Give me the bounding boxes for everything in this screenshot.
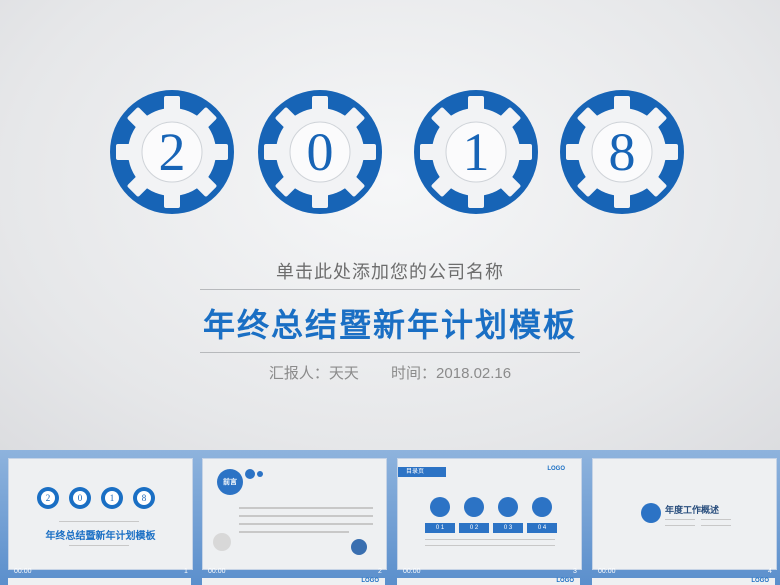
thumbnail-title: 目录页 xyxy=(398,467,446,477)
text-line xyxy=(701,519,731,520)
slide-number: 3 xyxy=(573,568,577,575)
company-subtitle[interactable]: 单击此处添加您的公司名称 xyxy=(0,258,780,284)
slide-time: 00:00 xyxy=(208,568,226,575)
monitor-icon xyxy=(498,497,518,517)
chart-icon xyxy=(532,497,552,517)
slide-time: 00:00 xyxy=(14,568,32,575)
microphone-icon xyxy=(430,497,450,517)
thumbnail-slide-4[interactable]: 年度工作概述 xyxy=(592,458,777,570)
text-line xyxy=(665,519,695,520)
slide-thumbnail-strip[interactable]: 2 0 1 8 年终总结暨新年计划模板 前言 目录页 LOGO 0 1 0 2 … xyxy=(0,450,780,585)
slide-preview: 2 0 1 8 单击此处添加您的公司名称 年终总结暨新年计划模板 汇报人：天天 … xyxy=(0,0,780,450)
mini-gear-icon: 1 xyxy=(101,487,123,509)
thumbnail-slide-2[interactable]: 前言 xyxy=(202,458,387,570)
thumbnail-slide-3[interactable]: 目录页 LOGO 0 1 0 2 0 3 0 4 xyxy=(397,458,582,570)
thumbnail-row2-slide[interactable] xyxy=(8,578,191,585)
item-number: 0 1 xyxy=(425,523,455,533)
figure-icon xyxy=(213,533,231,551)
mini-gear-icon: 2 xyxy=(37,487,59,509)
digit: 2 xyxy=(158,122,186,182)
text-line xyxy=(425,539,555,540)
slide-time: 00:00 xyxy=(598,568,616,575)
item-number: 0 4 xyxy=(527,523,557,533)
divider-line xyxy=(200,352,580,353)
divider-line xyxy=(69,545,129,546)
gear-digits-row: 2 0 1 8 xyxy=(0,88,780,218)
digit: 1 xyxy=(462,122,490,182)
report-meta: 汇报人：天天 时间：2018.02.16 xyxy=(0,362,780,383)
text-line xyxy=(239,515,373,517)
slide-number: 2 xyxy=(378,568,382,575)
slide-time: 00:00 xyxy=(403,568,421,575)
logo-text: LOGO xyxy=(547,466,565,472)
thumbnail-slide-1[interactable]: 2 0 1 8 年终总结暨新年计划模板 xyxy=(8,458,193,570)
text-line xyxy=(239,523,373,525)
mini-gear-icon: 8 xyxy=(133,487,155,509)
thumbnail-title: 年度工作概述 xyxy=(665,505,720,515)
divider-line xyxy=(200,289,580,290)
text-line xyxy=(701,525,731,526)
item-number: 0 3 xyxy=(493,523,523,533)
digit: 8 xyxy=(608,122,636,182)
text-line xyxy=(239,507,373,509)
mini-gear-icon: 0 xyxy=(69,487,91,509)
microphone-icon xyxy=(641,503,661,523)
date-label[interactable]: 时间：2018.02.16 xyxy=(391,365,511,382)
dot-icon xyxy=(245,469,255,479)
gear-digit-4: 8 xyxy=(558,88,686,216)
text-line xyxy=(239,531,349,533)
thumbnail-title: 前言 xyxy=(223,479,237,486)
main-title[interactable]: 年终总结暨新年计划模板 xyxy=(0,300,780,346)
gear-digit-1: 2 xyxy=(108,88,236,216)
gear-digit-3: 1 xyxy=(412,88,540,216)
person-photo xyxy=(351,539,367,555)
dot-icon xyxy=(257,471,263,477)
slide-number: 4 xyxy=(768,568,772,575)
text-line xyxy=(665,525,695,526)
logo-text: LOGO xyxy=(361,578,379,584)
thumbnail-row2-slide[interactable]: LOGO xyxy=(397,578,580,585)
item-number: 0 2 xyxy=(459,523,489,533)
digit: 0 xyxy=(306,122,334,182)
logo-text: LOGO xyxy=(556,578,574,584)
slide-number: 1 xyxy=(184,568,188,575)
reporter-label[interactable]: 汇报人：天天 xyxy=(269,365,359,382)
pie-chart-icon xyxy=(464,497,484,517)
divider-line xyxy=(59,521,139,522)
logo-text: LOGO xyxy=(751,578,769,584)
text-line xyxy=(425,545,555,546)
thumbnail-title: 年终总结暨新年计划模板 xyxy=(45,531,156,542)
gear-digit-2: 0 xyxy=(256,88,384,216)
thumbnail-row2-slide[interactable]: LOGO xyxy=(592,578,775,585)
thumbnail-row2-slide[interactable]: LOGO xyxy=(202,578,385,585)
